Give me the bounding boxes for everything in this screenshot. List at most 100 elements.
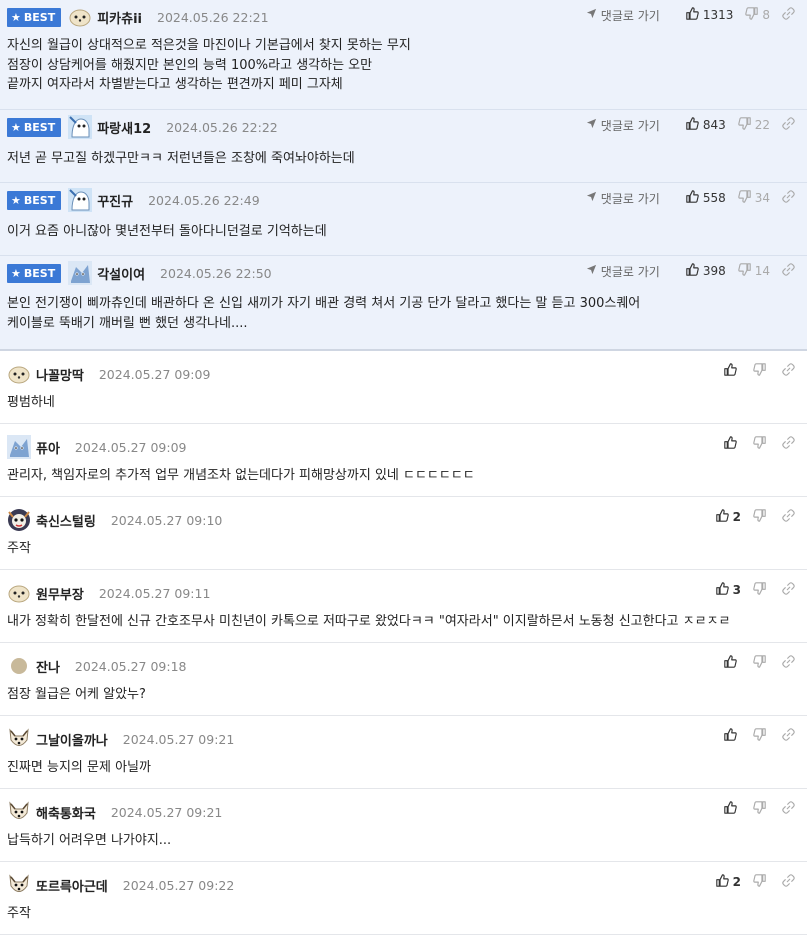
upvote-button[interactable]: 3 <box>715 582 741 598</box>
comment-body: 납득하기 어려우면 나가야지... <box>7 833 172 848</box>
downvote-button[interactable] <box>753 874 770 890</box>
upvote-button[interactable] <box>724 436 741 452</box>
downvote-button[interactable] <box>753 655 770 671</box>
comment: 또르륵아근데 2024.05.27 09:22 2 주작 <box>0 862 807 935</box>
nickname[interactable]: 잔나 <box>36 657 60 676</box>
nickname[interactable]: 각설이여 <box>97 264 145 283</box>
comment-date: 2024.05.26 22:21 <box>157 9 269 25</box>
comment-date: 2024.05.26 22:22 <box>166 119 278 135</box>
thumbs-down-icon <box>753 874 770 890</box>
nickname[interactable]: 퓨아 <box>36 438 60 457</box>
thumbs-down-icon <box>753 582 770 598</box>
comment-body: 관리자, 책임자로의 추가적 업무 개념조차 없는데다가 피해망상까지 있네 ㄷ… <box>7 468 475 483</box>
avatar[interactable] <box>68 188 93 212</box>
upvote-button[interactable] <box>724 363 741 379</box>
downvote-button[interactable] <box>753 582 770 598</box>
comment-text-line: 자신의 월급이 상대적으로 적은것을 마진이나 기본급에서 찾지 못하는 무지 <box>7 38 411 53</box>
share-link-button[interactable] <box>782 436 799 452</box>
share-link-button[interactable] <box>782 582 799 598</box>
downvote-count: 8 <box>762 8 770 22</box>
nickname[interactable]: 원무부장 <box>36 584 84 603</box>
link-icon <box>782 117 799 133</box>
share-link-button[interactable] <box>782 874 799 890</box>
comment: 축신스털링 2024.05.27 09:10 2 주작 <box>0 497 807 570</box>
comment: 그날이올까나 2024.05.27 09:21 진짜면 능지의 문제 아닐까 <box>0 716 807 789</box>
comment-body: 진짜면 능지의 문제 아닐까 <box>7 760 151 775</box>
avatar[interactable] <box>7 581 31 605</box>
upvote-button[interactable]: 843 <box>686 117 726 133</box>
upvote-count: 2 <box>732 875 741 889</box>
link-icon <box>782 728 799 744</box>
avatar[interactable] <box>68 261 93 285</box>
comment-date: 2024.05.27 09:09 <box>74 439 187 455</box>
upvote-button[interactable]: 2 <box>715 509 741 525</box>
thumbs-up-icon <box>715 582 733 598</box>
nickname[interactable]: 피카츄ii <box>97 8 142 27</box>
upvote-count: 2 <box>732 510 741 524</box>
thumbs-down-icon <box>737 117 755 133</box>
share-link-button[interactable] <box>782 7 799 23</box>
nickname[interactable]: 축신스털링 <box>36 511 96 530</box>
avatar[interactable] <box>7 362 31 386</box>
thumbs-up-icon <box>724 363 741 379</box>
link-icon <box>782 363 799 379</box>
thumbs-down-icon <box>737 263 755 279</box>
downvote-button[interactable]: 14 <box>737 263 770 279</box>
nickname[interactable]: 그날이올까나 <box>36 730 108 749</box>
nickname[interactable]: 꾸진규 <box>97 191 133 210</box>
downvote-button[interactable] <box>753 509 770 525</box>
downvote-button[interactable] <box>753 801 770 817</box>
upvote-button[interactable]: 558 <box>686 190 726 206</box>
thumbs-down-icon <box>753 801 770 817</box>
upvote-button[interactable]: 2 <box>715 874 741 890</box>
avatar[interactable] <box>7 435 31 459</box>
avatar[interactable] <box>7 727 31 751</box>
downvote-button[interactable]: 34 <box>737 190 770 206</box>
go-to-reply-link[interactable]: 댓글로 가기 <box>586 7 660 24</box>
go-to-reply-link[interactable]: 댓글로 가기 <box>586 117 660 134</box>
avatar[interactable] <box>7 873 31 897</box>
share-link-button[interactable] <box>782 117 799 133</box>
avatar[interactable] <box>68 5 92 29</box>
share-link-button[interactable] <box>782 190 799 206</box>
share-link-button[interactable] <box>782 509 799 525</box>
upvote-button[interactable]: 398 <box>686 263 726 279</box>
downvote-button[interactable]: 8 <box>745 7 770 23</box>
upvote-button[interactable] <box>724 728 741 744</box>
share-link-button[interactable] <box>782 263 799 279</box>
comment-body: 이거 요즘 아니잖아 몇년전부터 돌아다니던걸로 기억하는데 <box>7 222 327 242</box>
comment-body: 저년 곧 무고질 하겠구만ㅋㅋ 저런년들은 조창에 죽여놔야하는데 <box>7 149 355 169</box>
nickname[interactable]: 파랑새12 <box>97 118 151 137</box>
nickname[interactable]: 해축통화국 <box>36 803 96 822</box>
comment-body: 점장 월급은 어케 알았누? <box>7 687 146 702</box>
avatar[interactable] <box>68 115 93 139</box>
avatar[interactable] <box>7 508 31 532</box>
share-link-button[interactable] <box>782 655 799 671</box>
upvote-button[interactable]: 1313 <box>686 7 733 23</box>
downvote-button[interactable] <box>753 436 770 452</box>
upvote-button[interactable] <box>724 801 741 817</box>
upvote-count: 558 <box>702 191 726 205</box>
share-link-button[interactable] <box>782 801 799 817</box>
nickname[interactable]: 나꼴망딱 <box>36 365 84 384</box>
best-badge: ★ BEST <box>7 117 62 137</box>
go-to-reply-link[interactable]: 댓글로 가기 <box>586 263 660 280</box>
thumbs-down-icon <box>753 436 770 452</box>
nickname[interactable]: 또르륵아근데 <box>36 876 108 895</box>
share-link-button[interactable] <box>782 363 799 379</box>
upvote-count: 843 <box>702 118 726 132</box>
arrow-icon <box>586 264 601 278</box>
go-to-reply-link[interactable]: 댓글로 가기 <box>586 190 660 207</box>
comment-body: 내가 정확히 한달전에 신규 간호조무사 미친년이 카톡으로 저따구로 왔었다ㅋ… <box>7 614 731 629</box>
comment-body: 자신의 월급이 상대적으로 적은것을 마진이나 기본급에서 찾지 못하는 무지 점… <box>7 36 411 95</box>
downvote-button[interactable] <box>753 728 770 744</box>
avatar[interactable] <box>7 654 31 678</box>
downvote-button[interactable] <box>753 363 770 379</box>
avatar[interactable] <box>7 800 31 824</box>
share-link-button[interactable] <box>782 728 799 744</box>
link-icon <box>782 582 799 598</box>
upvote-button[interactable] <box>724 655 741 671</box>
comment-date: 2024.05.26 22:49 <box>148 192 260 208</box>
downvote-button[interactable]: 22 <box>737 117 770 133</box>
thumbs-up-icon <box>724 655 741 671</box>
